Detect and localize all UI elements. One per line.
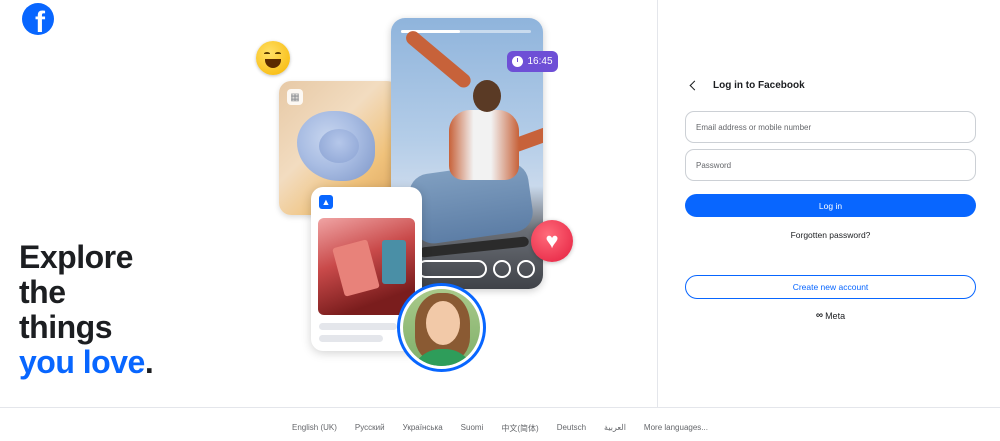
login-header: Log in to Facebook — [685, 75, 976, 95]
story-time-badge: 16:45 — [507, 51, 558, 72]
meta-label: Meta — [825, 310, 846, 321]
more-languages-link[interactable]: More languages... — [644, 423, 708, 434]
language-link[interactable]: English (UK) — [292, 423, 337, 434]
language-link[interactable]: Українська — [403, 423, 443, 434]
skater-body — [449, 110, 519, 180]
login-button[interactable]: Log in — [685, 194, 976, 217]
login-title: Log in to Facebook — [713, 79, 805, 91]
story-time: 16:45 — [527, 56, 553, 67]
headline-line: the — [19, 274, 66, 310]
headline-highlight: you love — [19, 344, 145, 380]
story-progress-bar — [401, 30, 531, 33]
facebook-logo[interactable]: f — [22, 3, 54, 35]
headline-period: . — [144, 344, 154, 380]
avatar-face — [426, 301, 460, 345]
language-link[interactable]: Suomi — [461, 423, 484, 434]
placeholder-text-line — [319, 323, 397, 330]
product-image-ticket — [332, 239, 380, 297]
facebook-logo-letter: f — [35, 6, 45, 36]
placeholder-text-line — [319, 335, 383, 342]
language-link[interactable]: Русский — [355, 423, 385, 434]
login-panel: Log in to Facebook Log in Forgotten pass… — [685, 75, 976, 321]
avatar-photo — [403, 289, 480, 366]
password-field[interactable] — [685, 149, 976, 181]
hero-headline: Explore the things you love. — [19, 239, 154, 380]
skater-arm — [403, 28, 474, 91]
shopping-bag-icon: ▲ — [319, 195, 333, 209]
meta-logo: ∞ Meta — [685, 310, 976, 321]
meta-infinity-icon: ∞ — [815, 310, 824, 321]
forgotten-password-link[interactable]: Forgotten password? — [685, 230, 976, 240]
headline-line: Explore — [19, 239, 133, 275]
vertical-divider — [657, 0, 658, 407]
back-arrow-icon[interactable] — [689, 75, 705, 95]
knot-pillow-image-detail — [319, 129, 359, 163]
emoji-mouth — [265, 59, 281, 68]
language-link[interactable]: العربية — [604, 423, 626, 434]
reaction-ring — [493, 260, 511, 278]
reply-pill — [417, 260, 487, 278]
page: f ▦ 16:45 ▲ ♥ Explore the things you lov… — [0, 0, 1000, 441]
hero-section: f ▦ 16:45 ▲ ♥ Explore the things you lov… — [0, 0, 657, 407]
story-controls — [417, 260, 535, 278]
email-field[interactable] — [685, 111, 976, 143]
language-link[interactable]: 中文(简体) — [501, 423, 538, 434]
avatar — [397, 283, 486, 372]
headline-line: things — [19, 309, 112, 345]
footer-divider — [0, 407, 1000, 408]
headline-line: you love. — [19, 344, 154, 380]
clock-icon — [512, 56, 524, 67]
laughing-emoji-icon — [256, 41, 290, 75]
emoji-eye — [275, 52, 281, 55]
product-image — [318, 218, 415, 315]
language-footer: English (UK) Русский Українська Suomi 中文… — [0, 423, 1000, 434]
product-image-cup — [382, 240, 406, 284]
emoji-eye — [264, 52, 270, 55]
language-link[interactable]: Deutsch — [557, 423, 586, 434]
heart-reaction-icon: ♥ — [531, 220, 573, 262]
create-account-button[interactable]: Create new account — [685, 275, 976, 299]
reaction-ring — [517, 260, 535, 278]
skater-head — [473, 80, 501, 112]
shop-icon: ▦ — [287, 89, 303, 105]
